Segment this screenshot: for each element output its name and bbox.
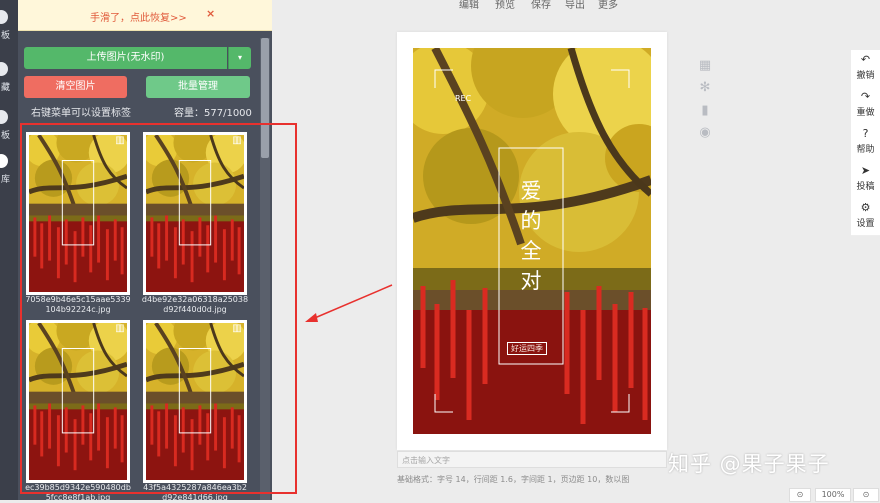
help-icon: ? — [862, 127, 869, 140]
top-menu-item[interactable]: 更多 — [598, 0, 618, 11]
batch-manage-button[interactable]: 批量管理 — [146, 76, 250, 98]
poster-rec-label: REC — [455, 94, 472, 103]
poster-title-char: 全 — [520, 239, 542, 263]
top-menu-item[interactable]: 编辑 — [459, 0, 479, 11]
settings-label: 设置 — [856, 219, 875, 229]
text-input-field[interactable]: 点击输入文字 — [397, 451, 667, 468]
top-menu-item[interactable]: 导出 — [565, 0, 585, 11]
nav-item-2[interactable]: 板 — [0, 110, 18, 144]
redo-button[interactable]: ↷ 重做 — [851, 87, 880, 125]
redo-label: 重做 — [856, 108, 875, 118]
undo-button[interactable]: ↶ 撤销 — [851, 50, 880, 88]
close-icon[interactable]: × — [206, 7, 215, 20]
submit-label: 投稿 — [856, 182, 875, 192]
nav-item-1[interactable]: 藏 — [0, 62, 18, 96]
poster-title-char: 爱 — [520, 179, 542, 203]
nav-circle-icon — [0, 110, 8, 124]
nav-item-label: 板 — [1, 31, 11, 41]
bar-chart-icon[interactable]: ▮ — [697, 104, 713, 118]
help-label: 帮助 — [856, 145, 875, 155]
chevron-down-icon[interactable]: ▾ — [228, 47, 251, 69]
clear-images-button[interactable]: 清空图片 — [24, 76, 127, 98]
gear-icon: ⚙ — [860, 201, 871, 214]
gear-icon[interactable]: ✻ — [697, 81, 713, 95]
poster-title-char: 的 — [520, 209, 542, 233]
tag-hint-text: 右键菜单可以设置标签 — [31, 108, 131, 119]
undo-icon: ↶ — [860, 53, 871, 66]
watermark-text: 知乎 @果子果子 — [668, 452, 830, 476]
help-button[interactable]: ? 帮助 — [851, 124, 880, 162]
top-menu-item[interactable]: 预览 — [495, 0, 515, 11]
nav-item-0[interactable]: 板 — [0, 10, 18, 44]
nav-item-library[interactable]: 库 — [0, 154, 18, 188]
undo-toast-text[interactable]: 手滑了，点此恢复>> — [90, 9, 187, 24]
undo-toast[interactable]: 手滑了，点此恢复>> × — [18, 0, 272, 31]
redo-icon: ↷ — [860, 90, 871, 103]
format-info-text: 基础格式：字号 14，行间距 1.6，字间距 1，页边距 10，数以图 — [397, 475, 630, 484]
annotation-arrow — [305, 284, 393, 322]
nav-item-label: 板 — [1, 131, 11, 141]
nav-circle-icon — [0, 62, 8, 76]
eye-icon[interactable]: ◉ — [697, 126, 713, 140]
capacity-text: 容量：577/1000 — [174, 108, 252, 119]
poster-photo[interactable]: REC 爱 的 全 对 好运四季 — [413, 48, 651, 434]
nav-circle-icon — [0, 154, 8, 168]
poster-title-char: 对 — [520, 269, 542, 293]
send-icon: ➤ — [860, 164, 871, 177]
annotation-highlight-box — [20, 123, 297, 494]
undo-label: 撤销 — [856, 71, 875, 81]
upload-image-button[interactable]: 上传图片(无水印) — [24, 47, 227, 69]
submit-button[interactable]: ➤ 投稿 — [851, 161, 880, 199]
poster-canvas[interactable]: REC 爱 的 全 对 好运四季 — [397, 32, 667, 450]
nav-circle-icon — [0, 10, 8, 24]
settings-button[interactable]: ⚙ 设置 — [851, 198, 880, 236]
nav-item-label: 藏 — [1, 83, 11, 93]
poster-tag: 好运四季 — [507, 342, 547, 355]
nav-item-label: 库 — [1, 175, 11, 185]
top-menu-item[interactable]: 保存 — [531, 0, 551, 11]
left-nav: 板 藏 板 库 — [0, 0, 18, 500]
grid-icon[interactable]: ▦ — [697, 59, 713, 73]
